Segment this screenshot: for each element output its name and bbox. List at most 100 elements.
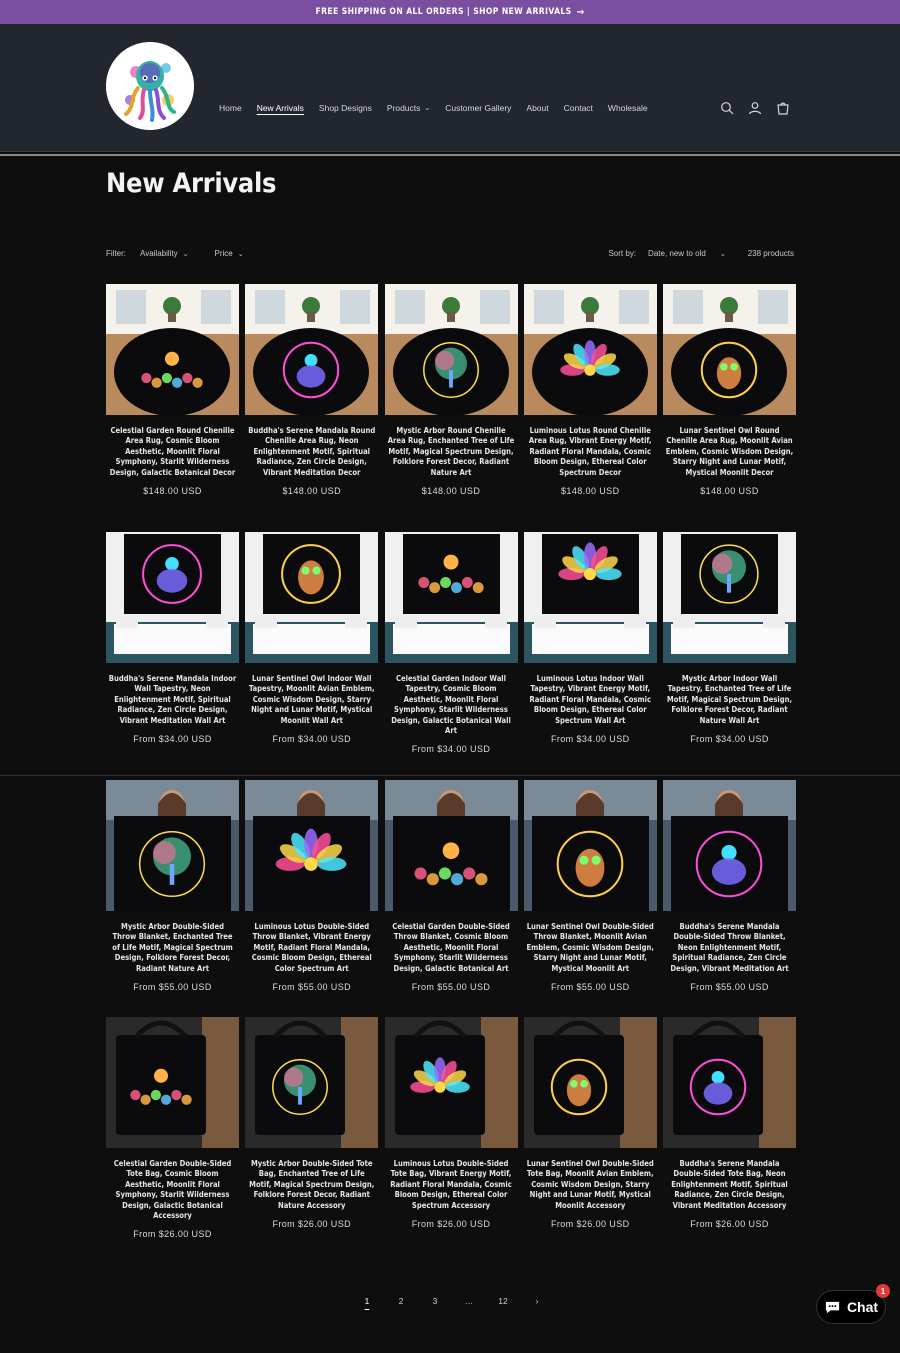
product-card[interactable]: Mystic Arbor Round Chenille Area Rug, En… (384, 284, 518, 497)
product-image[interactable] (106, 780, 239, 911)
chat-button[interactable]: Chat (816, 1290, 886, 1324)
product-title[interactable]: Buddha's Serene Mandala Indoor Wall Tape… (106, 674, 239, 726)
product-image[interactable] (245, 284, 379, 415)
announcement-bar[interactable]: FREE SHIPPING ON ALL ORDERS | SHOP NEW A… (0, 0, 900, 24)
product-title[interactable]: Celestial Garden Double-Sided Throw Blan… (385, 922, 518, 974)
page-link-1[interactable]: 1 (350, 1296, 384, 1306)
product-title[interactable]: Celestial Garden Double-Sided Tote Bag, … (106, 1159, 239, 1221)
product-title[interactable]: Celestial Garden Round Chenille Area Rug… (106, 426, 239, 478)
product-card[interactable]: Mystic Arbor Double-Sided Tote Bag, Ench… (245, 1017, 379, 1239)
price-filter[interactable]: Price ⌄ (215, 249, 244, 258)
product-title[interactable]: Luminous Lotus Double-Sided Throw Blanke… (245, 922, 378, 974)
product-card[interactable]: Buddha's Serene Mandala Round Chenille A… (245, 284, 379, 497)
product-title[interactable]: Buddha's Serene Mandala Double-Sided Tot… (663, 1159, 796, 1211)
product-price: From $34.00 USD (690, 734, 769, 745)
site-header: Home New Arrivals Shop Designs Products ⌄… (0, 24, 900, 152)
product-image[interactable] (663, 284, 796, 415)
nav-products[interactable]: Products ⌄ (387, 103, 430, 113)
product-price: $148.00 USD (421, 486, 481, 497)
page-title: New Arrivals (106, 168, 277, 199)
product-title[interactable]: Mystic Arbor Round Chenille Area Rug, En… (385, 426, 518, 478)
sort-select[interactable]: Date, new to old ⌄ (648, 249, 726, 258)
product-image[interactable] (523, 780, 657, 911)
product-image[interactable] (523, 532, 657, 663)
product-card[interactable]: Luminous Lotus Double-Sided Throw Blanke… (245, 780, 379, 992)
product-card[interactable]: Celestial Garden Double-Sided Tote Bag, … (106, 1017, 239, 1239)
sort-value: Date, new to old (648, 249, 706, 258)
product-image[interactable] (245, 1017, 379, 1148)
cart-icon[interactable] (776, 101, 790, 115)
product-image[interactable] (384, 780, 518, 911)
product-image[interactable] (106, 532, 239, 663)
chevron-down-icon: ⌄ (182, 250, 189, 258)
arrow-right-icon: → (576, 6, 585, 18)
product-title[interactable]: Mystic Arbor Indoor Wall Tapestry, Encha… (663, 674, 796, 726)
nav-customer-gallery[interactable]: Customer Gallery (445, 103, 511, 113)
nav-contact[interactable]: Contact (564, 103, 593, 113)
product-row-totes: Celestial Garden Double-Sided Tote Bag, … (106, 1017, 796, 1239)
sort-label: Sort by: (608, 249, 637, 258)
product-card[interactable]: Buddha's Serene Mandala Double-Sided Tot… (663, 1017, 796, 1239)
product-image[interactable] (663, 532, 796, 663)
product-price: $148.00 USD (282, 486, 341, 497)
availability-filter[interactable]: Availability ⌄ (140, 249, 189, 258)
product-title[interactable]: Celestial Garden Indoor Wall Tapestry, C… (385, 674, 518, 736)
nav-label: New Arrivals (256, 103, 304, 113)
product-title[interactable]: Buddha's Serene Mandala Round Chenille A… (245, 426, 378, 478)
product-title[interactable]: Luminous Lotus Indoor Wall Tapestry, Vib… (524, 674, 657, 726)
product-card[interactable]: Celestial Garden Round Chenille Area Rug… (106, 284, 239, 496)
page-link-2[interactable]: 2 (384, 1296, 418, 1306)
product-count: 238 products (747, 249, 794, 258)
product-image[interactable] (245, 532, 379, 663)
product-image[interactable] (384, 1017, 518, 1148)
product-image[interactable] (663, 1017, 796, 1148)
nav-about[interactable]: About (526, 103, 548, 113)
account-icon[interactable] (748, 101, 762, 115)
product-card[interactable]: Celestial Garden Indoor Wall Tapestry, C… (384, 532, 518, 754)
product-title[interactable]: Mystic Arbor Double-Sided Tote Bag, Ench… (245, 1159, 378, 1211)
product-price: From $55.00 USD (550, 982, 630, 993)
chevron-right-icon[interactable]: › (520, 1296, 554, 1306)
product-card[interactable]: Lunar Sentinel Owl Round Chenille Area R… (663, 284, 796, 496)
product-card[interactable]: Lunar Sentinel Owl Double-Sided Tote Bag… (523, 1017, 657, 1239)
product-price: From $26.00 USD (411, 1219, 491, 1230)
product-image[interactable] (245, 780, 379, 911)
product-title[interactable]: Lunar Sentinel Owl Round Chenille Area R… (663, 426, 796, 478)
product-card[interactable]: Buddha's Serene Mandala Double-Sided Thr… (663, 780, 796, 992)
product-card[interactable]: Buddha's Serene Mandala Indoor Wall Tape… (106, 532, 239, 754)
product-image[interactable] (106, 284, 239, 415)
nav-wholesale[interactable]: Wholesale (608, 103, 648, 113)
product-image[interactable] (384, 532, 518, 663)
page-link-12[interactable]: 12 (486, 1296, 520, 1306)
product-title[interactable]: Lunar Sentinel Owl Indoor Wall Tapestry,… (245, 674, 378, 726)
product-image[interactable] (523, 284, 657, 415)
product-title[interactable]: Mystic Arbor Double-Sided Throw Blanket,… (106, 922, 239, 974)
octopus-logo[interactable] (106, 42, 194, 130)
product-title[interactable]: Lunar Sentinel Owl Double-Sided Throw Bl… (524, 922, 657, 974)
product-card[interactable]: Mystic Arbor Double-Sided Throw Blanket,… (106, 780, 239, 992)
nav-new-arrivals[interactable]: New Arrivals (257, 103, 304, 113)
product-image[interactable] (384, 284, 518, 415)
product-card[interactable]: Luminous Lotus Indoor Wall Tapestry, Vib… (523, 532, 657, 754)
nav-shop-designs[interactable]: Shop Designs (319, 103, 372, 113)
product-image[interactable] (523, 1017, 657, 1148)
product-title[interactable]: Luminous Lotus Round Chenille Area Rug, … (524, 426, 657, 478)
nav-label: Shop Designs (318, 103, 372, 113)
nav-label: About (526, 103, 549, 113)
search-icon[interactable] (720, 101, 734, 115)
product-card[interactable]: Mystic Arbor Indoor Wall Tapestry, Encha… (663, 532, 796, 754)
product-price: From $26.00 USD (133, 1229, 212, 1240)
product-card[interactable]: Lunar Sentinel Owl Indoor Wall Tapestry,… (245, 532, 379, 754)
product-card[interactable]: Celestial Garden Double-Sided Throw Blan… (384, 780, 518, 992)
nav-home[interactable]: Home (219, 103, 242, 113)
product-image[interactable] (106, 1017, 239, 1148)
product-card[interactable]: Luminous Lotus Round Chenille Area Rug, … (523, 284, 657, 496)
product-price: From $26.00 USD (272, 1219, 352, 1230)
product-title[interactable]: Buddha's Serene Mandala Double-Sided Thr… (663, 922, 796, 974)
product-image[interactable] (663, 780, 796, 911)
product-card[interactable]: Luminous Lotus Double-Sided Tote Bag, Vi… (384, 1017, 518, 1239)
product-title[interactable]: Lunar Sentinel Owl Double-Sided Tote Bag… (524, 1159, 657, 1211)
product-title[interactable]: Luminous Lotus Double-Sided Tote Bag, Vi… (385, 1159, 518, 1211)
product-card[interactable]: Lunar Sentinel Owl Double-Sided Throw Bl… (523, 780, 657, 993)
filter-label: Filter: (106, 249, 126, 258)
